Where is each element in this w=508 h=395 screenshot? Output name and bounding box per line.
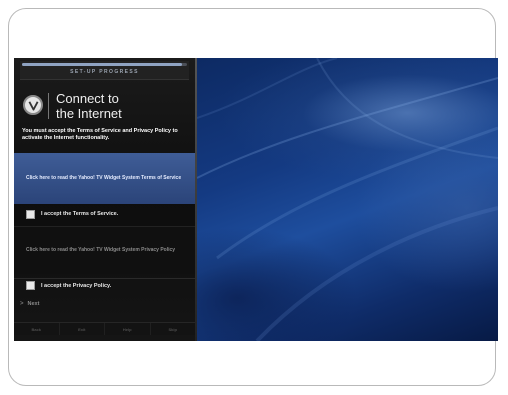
next-label: Next bbox=[27, 301, 40, 307]
title-line-2: the Internet bbox=[56, 106, 122, 121]
next-button[interactable]: > Next bbox=[20, 298, 39, 310]
exit-button[interactable]: Exit bbox=[60, 323, 105, 335]
title-divider bbox=[48, 93, 49, 119]
help-button[interactable]: Help bbox=[105, 323, 151, 335]
tv-screen: SET-UP PROGRESS Connect to the Internet … bbox=[14, 58, 498, 341]
vizio-logo-icon bbox=[23, 95, 43, 115]
tos-link-label: Click here to read the Yahoo! TV Widget … bbox=[26, 175, 182, 182]
title-line-1: Connect to bbox=[56, 91, 119, 106]
privacy-link-button[interactable]: Click here to read the Yahoo! TV Widget … bbox=[14, 226, 195, 274]
privacy-checkbox-label: I accept the Privacy Policy. bbox=[41, 282, 112, 289]
intro-text: You must accept the Terms of Service and… bbox=[22, 128, 178, 141]
progress-bar bbox=[22, 63, 187, 66]
privacy-checkbox[interactable] bbox=[26, 281, 35, 290]
setup-progress: SET-UP PROGRESS bbox=[20, 61, 189, 80]
tos-link-button[interactable]: Click here to read the Yahoo! TV Widget … bbox=[14, 153, 195, 204]
background-wallpaper bbox=[197, 58, 498, 341]
skip-button[interactable]: Skip bbox=[151, 323, 196, 335]
privacy-accept-row[interactable]: I accept the Privacy Policy. bbox=[14, 278, 195, 292]
tos-checkbox[interactable] bbox=[26, 209, 35, 219]
back-button[interactable]: Back bbox=[14, 323, 60, 335]
privacy-link-label: Click here to read the Yahoo! TV Widget … bbox=[26, 247, 176, 254]
page-title: Connect to the Internet bbox=[56, 91, 186, 121]
bottom-nav: Back Exit Help Skip bbox=[14, 322, 195, 335]
progress-label: SET-UP PROGRESS bbox=[70, 69, 139, 75]
chevron-right-icon: > bbox=[20, 301, 24, 307]
tos-checkbox-label: I accept the Terms of Service. bbox=[41, 211, 119, 217]
setup-panel: SET-UP PROGRESS Connect to the Internet … bbox=[14, 58, 195, 341]
progress-fill bbox=[22, 63, 183, 66]
tos-accept-row[interactable]: I accept the Terms of Service. bbox=[14, 207, 195, 221]
